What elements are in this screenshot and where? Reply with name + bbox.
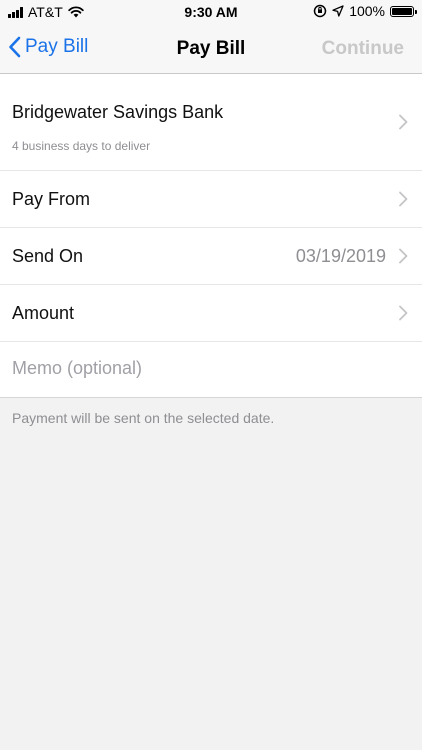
chevron-right-icon xyxy=(399,191,408,207)
payment-form: Bridgewater Savings Bank 4 business days… xyxy=(0,74,422,398)
battery-fill xyxy=(392,7,412,15)
pay-from-row[interactable]: Pay From xyxy=(0,171,422,228)
navigation-bar: Pay Bill Pay Bill Continue xyxy=(0,26,422,74)
amount-label: Amount xyxy=(12,303,75,323)
send-on-date: 03/19/2019 xyxy=(295,246,386,266)
chevron-right-icon xyxy=(399,305,408,321)
rotation-lock-icon xyxy=(313,4,327,18)
send-on-label: Send On xyxy=(12,246,84,266)
memo-row xyxy=(0,342,422,398)
continue-button[interactable]: Continue xyxy=(322,38,404,60)
status-right: 100% xyxy=(313,3,417,19)
battery-percent: 100% xyxy=(349,3,385,19)
biller-delivery-time: 4 business days to deliver xyxy=(12,139,151,153)
pay-from-label: Pay From xyxy=(12,189,91,209)
chevron-right-icon xyxy=(399,114,408,130)
battery-icon xyxy=(390,5,417,17)
send-on-row[interactable]: Send On 03/19/2019 xyxy=(0,228,422,285)
chevron-right-icon xyxy=(399,248,408,264)
memo-input[interactable] xyxy=(12,358,392,379)
status-bar: AT&T 9:30 AM 100% xyxy=(0,0,422,26)
location-arrow-icon xyxy=(332,5,344,17)
amount-row[interactable]: Amount xyxy=(0,285,422,342)
biller-row[interactable]: Bridgewater Savings Bank 4 business days… xyxy=(0,74,422,171)
payment-footnote: Payment will be sent on the selected dat… xyxy=(12,410,275,426)
biller-name: Bridgewater Savings Bank xyxy=(12,102,224,122)
